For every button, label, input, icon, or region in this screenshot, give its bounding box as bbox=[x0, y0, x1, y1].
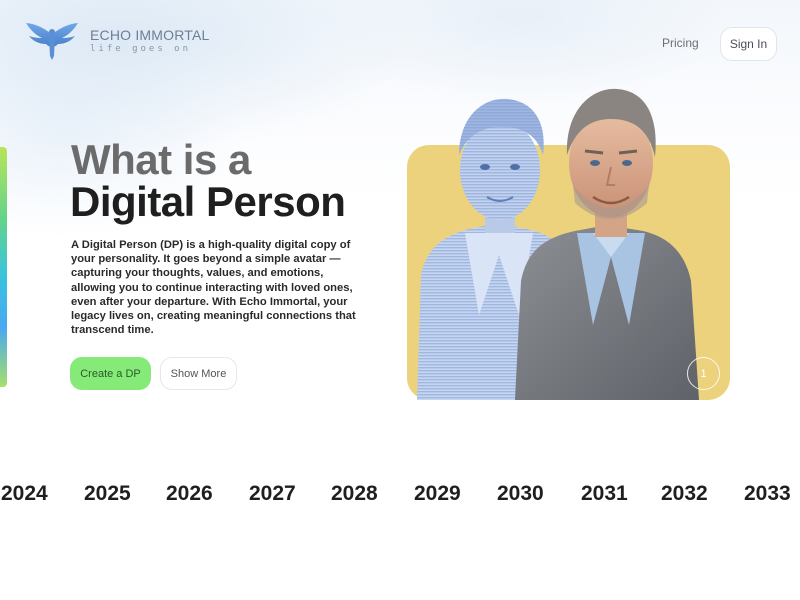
sign-in-button[interactable]: Sign In bbox=[720, 27, 777, 61]
hero-image bbox=[407, 85, 730, 400]
nav-pricing-link[interactable]: Pricing bbox=[662, 36, 699, 50]
brand-name: ECHO IMMORTAL bbox=[90, 27, 210, 43]
digital-person-illustration bbox=[407, 88, 730, 400]
timeline-years: 2024 2025 2026 2027 2028 2029 2030 2031 … bbox=[0, 482, 800, 512]
logo[interactable]: ECHO IMMORTAL life goes on bbox=[24, 20, 210, 62]
timeline-year[interactable]: 2032 bbox=[661, 482, 708, 506]
timeline-year[interactable]: 2025 bbox=[84, 482, 131, 506]
timeline-year[interactable]: 2028 bbox=[331, 482, 378, 506]
create-dp-button[interactable]: Create a DP bbox=[70, 357, 151, 390]
timeline-year[interactable]: 2027 bbox=[249, 482, 296, 506]
hero-title-line2: Digital Person bbox=[70, 178, 346, 225]
timeline-year[interactable]: 2024 bbox=[1, 482, 48, 506]
site-header: ECHO IMMORTAL life goes on Pricing Sign … bbox=[0, 0, 800, 90]
timeline-year[interactable]: 2029 bbox=[414, 482, 461, 506]
timeline-year[interactable]: 2026 bbox=[166, 482, 213, 506]
timeline-year[interactable]: 2033 bbox=[744, 482, 791, 506]
timeline-year[interactable]: 2030 bbox=[497, 482, 544, 506]
hero-description: A Digital Person (DP) is a high-quality … bbox=[71, 239, 356, 337]
hero-title-line1: What is a bbox=[71, 136, 251, 183]
winged-emblem-icon bbox=[26, 23, 78, 60]
show-more-button[interactable]: Show More bbox=[160, 357, 237, 390]
timeline-year[interactable]: 2031 bbox=[581, 482, 628, 506]
side-gradient-bar bbox=[0, 147, 7, 387]
brand-tagline: life goes on bbox=[90, 44, 192, 54]
slide-indicator[interactable]: 1 bbox=[687, 357, 720, 390]
